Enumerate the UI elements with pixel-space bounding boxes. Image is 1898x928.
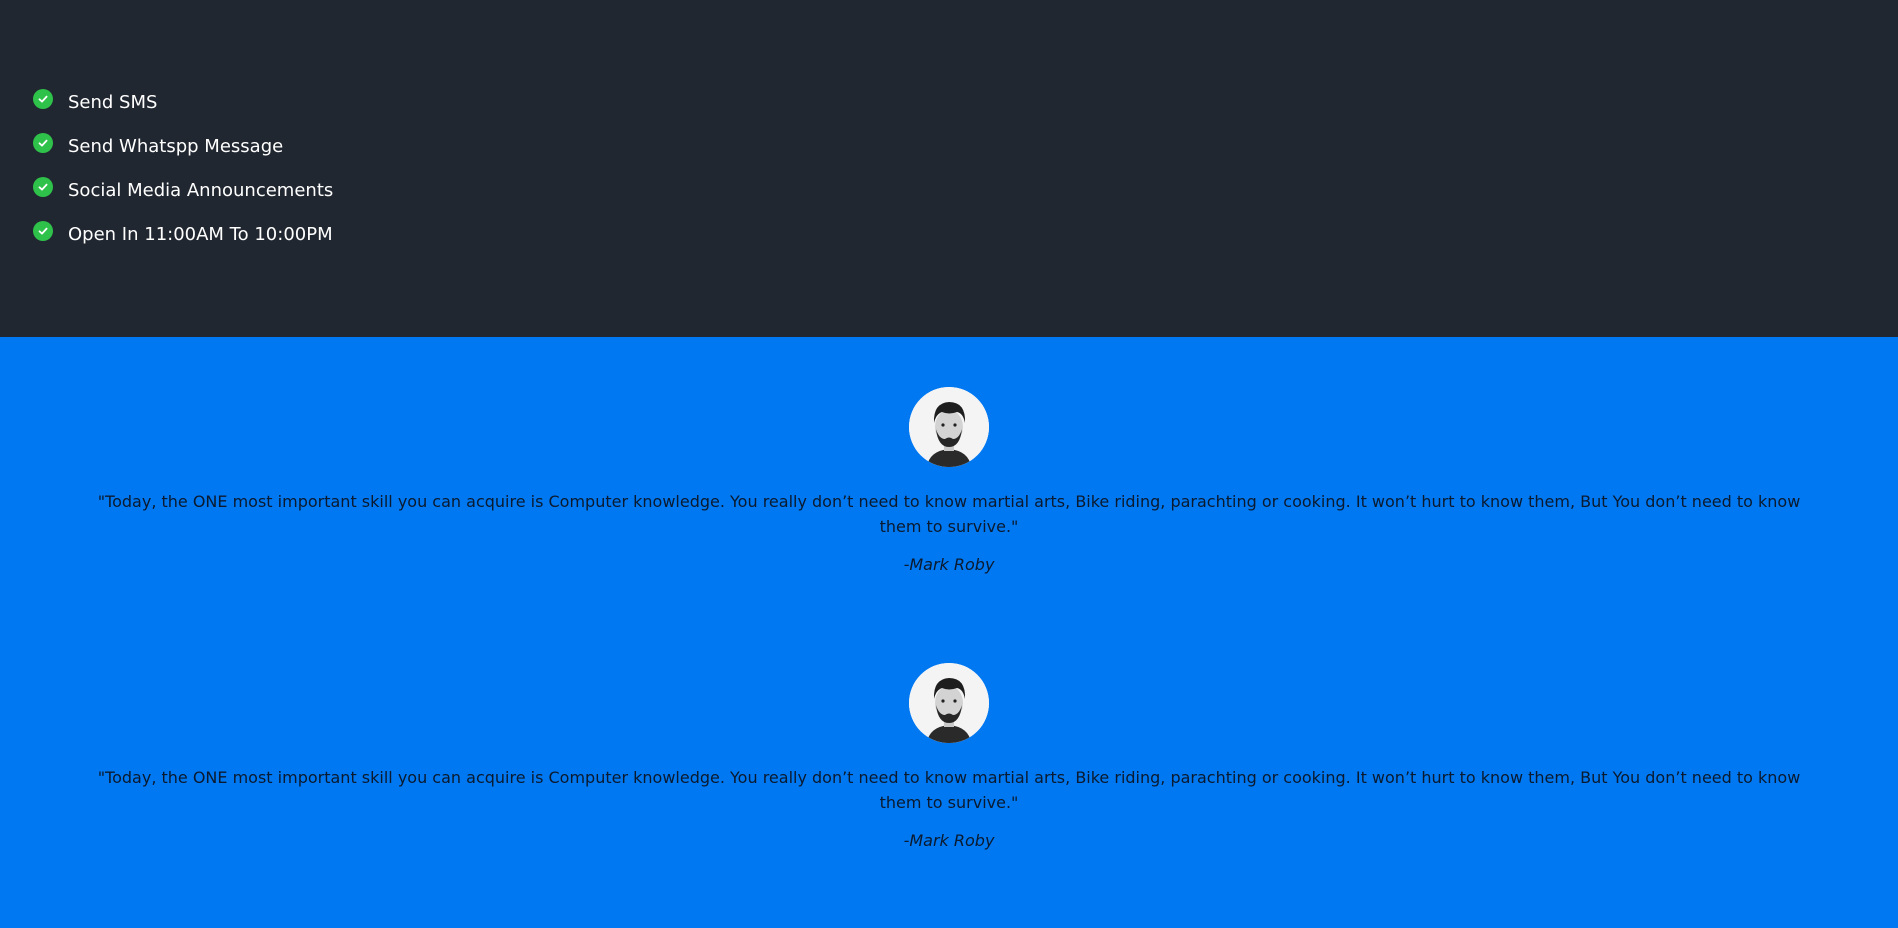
avatar <box>909 387 989 467</box>
features-section: Send SMS Send Whatspp Message Social Med… <box>0 0 1898 337</box>
testimonial-quote: "Today, the ONE most important skill you… <box>97 768 1801 812</box>
feature-item: Send SMS <box>33 80 333 124</box>
testimonials-section: "Today, the ONE most important skill you… <box>0 337 1898 928</box>
feature-label: Send Whatspp Message <box>68 135 284 157</box>
feature-label: Send SMS <box>68 91 158 113</box>
check-circle-icon <box>33 133 53 153</box>
testimonial-quote: "Today, the ONE most important skill you… <box>97 492 1801 536</box>
testimonial-author: -Mark Roby <box>903 831 995 850</box>
check-circle-icon <box>33 89 53 109</box>
avatar <box>909 663 989 743</box>
feature-item: Send Whatspp Message <box>33 124 333 168</box>
feature-label: Social Media Announcements <box>68 179 334 201</box>
testimonial-author: -Mark Roby <box>903 555 995 574</box>
feature-item: Social Media Announcements <box>33 168 333 212</box>
feature-list: Send SMS Send Whatspp Message Social Med… <box>33 80 333 256</box>
feature-label: Open In 11:00AM To 10:00PM <box>68 223 333 245</box>
testimonial-card: "Today, the ONE most important skill you… <box>0 387 1898 574</box>
check-circle-icon <box>33 177 53 197</box>
check-circle-icon <box>33 221 53 241</box>
testimonial-card: "Today, the ONE most important skill you… <box>0 663 1898 850</box>
feature-item: Open In 11:00AM To 10:00PM <box>33 212 333 256</box>
